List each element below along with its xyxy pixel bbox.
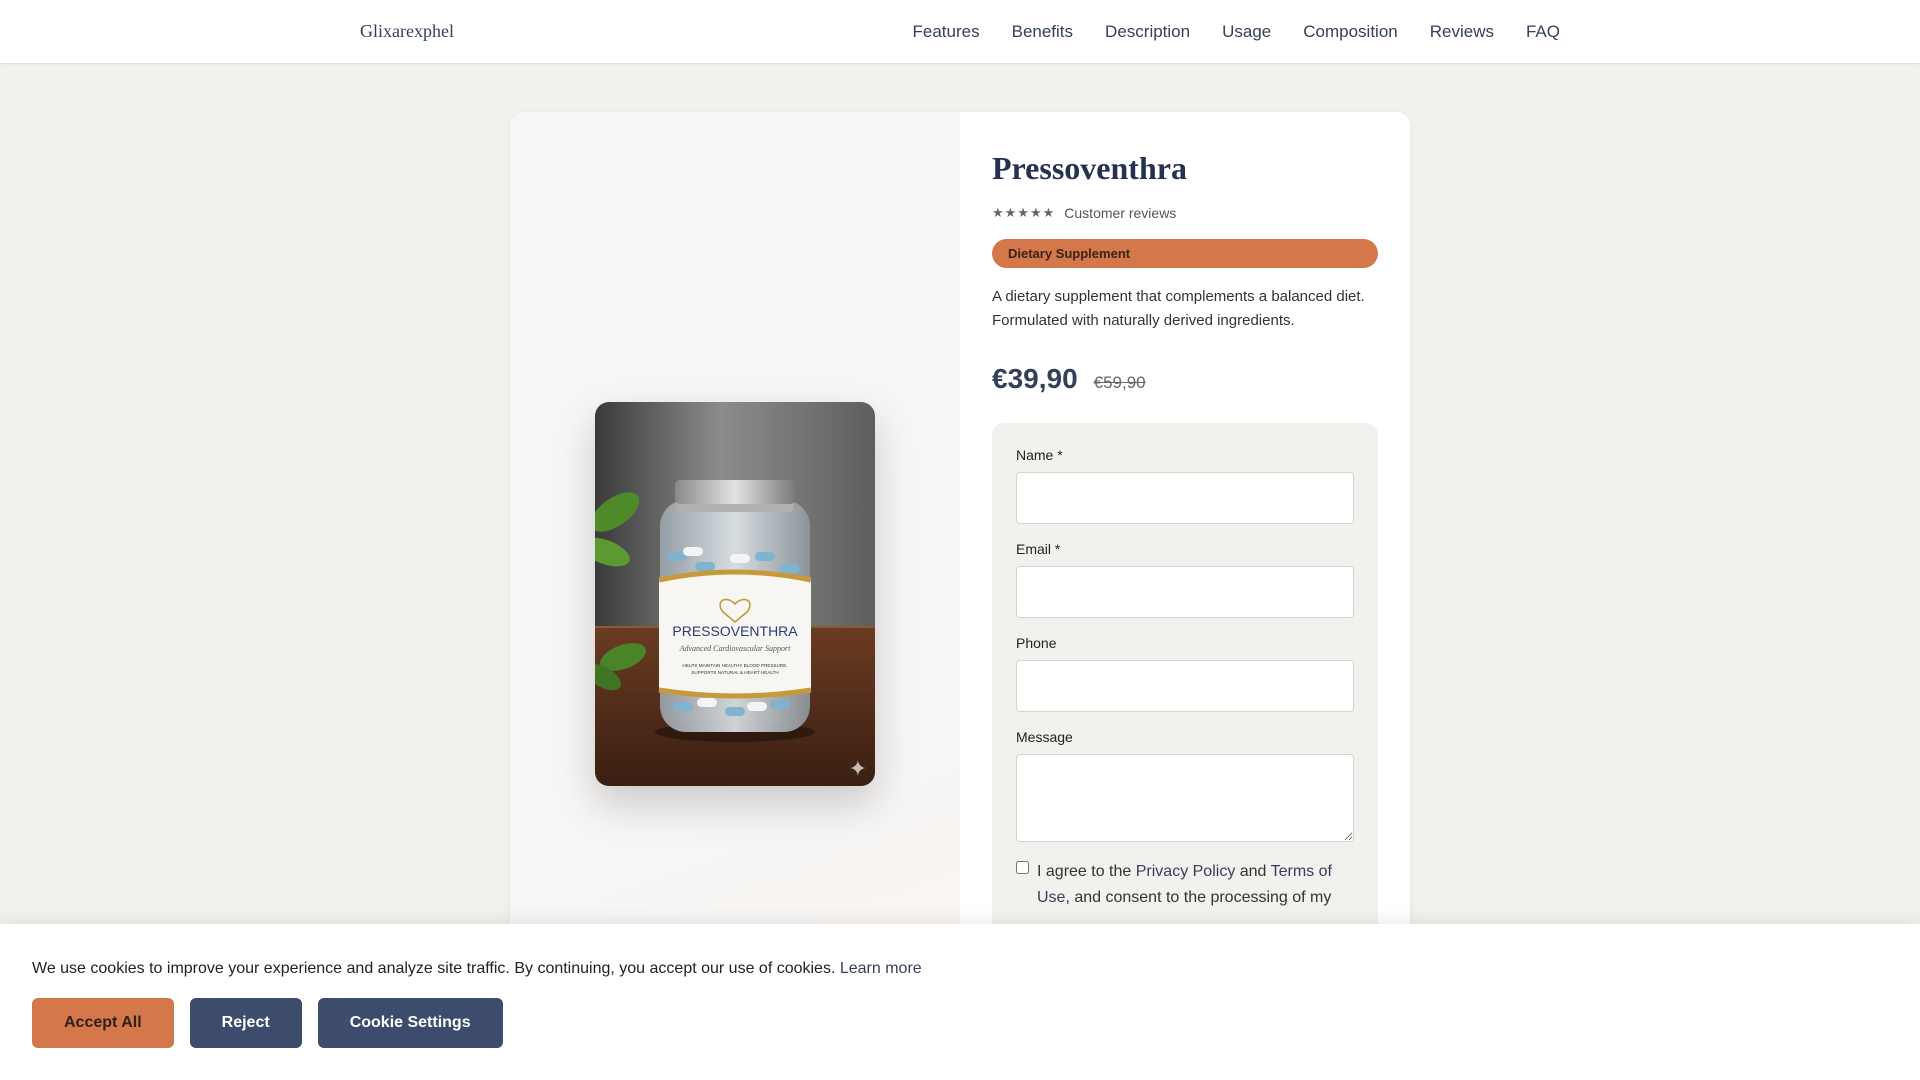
nav-reviews[interactable]: Reviews bbox=[1430, 21, 1494, 43]
price-row: €39,90 €59,90 bbox=[992, 363, 1378, 395]
product-info: Pressoventhra ★★★★★ Customer reviews Die… bbox=[992, 150, 1378, 963]
nav-description[interactable]: Description bbox=[1105, 21, 1190, 43]
nav-faq[interactable]: FAQ bbox=[1526, 21, 1560, 43]
name-field[interactable] bbox=[1016, 471, 1354, 524]
reject-button[interactable]: Reject bbox=[189, 998, 302, 1048]
svg-text:Advanced Cardiovascular Suppor: Advanced Cardiovascular Support bbox=[679, 644, 792, 653]
cookie-message: We use cookies to improve your experienc… bbox=[32, 960, 922, 978]
nav-features[interactable]: Features bbox=[913, 21, 980, 43]
old-price: €59,90 bbox=[1093, 372, 1146, 392]
consent-prefix: I agree to the bbox=[1037, 862, 1136, 880]
consent-suffix: , and consent to the processing of my bbox=[1065, 888, 1332, 906]
cookie-banner: We use cookies to improve your experienc… bbox=[0, 924, 1920, 1080]
consent-text: I agree to the Privacy Policy and Terms … bbox=[1037, 859, 1354, 911]
product-title: Pressoventhra bbox=[992, 150, 1187, 186]
svg-text:SUPPORTS NATURAL & HEART HEALT: SUPPORTS NATURAL & HEART HEALTH bbox=[691, 670, 778, 675]
brand-logo[interactable]: Glixarexphel bbox=[360, 21, 454, 42]
email-field[interactable] bbox=[1016, 565, 1354, 618]
cookie-actions: Accept All Reject Cookie Settings bbox=[32, 998, 519, 1048]
consent-and: and bbox=[1235, 862, 1271, 880]
rating-row: ★★★★★ Customer reviews bbox=[992, 205, 1378, 221]
product-description: A dietary supplement that complements a … bbox=[992, 287, 1365, 329]
product-image: PRESSOVENTHRA Advanced Cardiovascular Su… bbox=[595, 402, 875, 786]
star-rating-icon: ★★★★★ bbox=[992, 204, 1056, 220]
order-form: Name * Email * Phone Message I agree to … bbox=[992, 422, 1378, 963]
supplement-jar-illustration: PRESSOVENTHRA Advanced Cardiovascular Su… bbox=[595, 402, 875, 786]
message-field[interactable] bbox=[1016, 753, 1354, 842]
sparkle-icon: ✦ bbox=[848, 756, 867, 781]
phone-label: Phone bbox=[1016, 634, 1057, 651]
nav-usage[interactable]: Usage bbox=[1222, 21, 1271, 43]
rating-label[interactable]: Customer reviews bbox=[1064, 205, 1176, 221]
accept-all-button[interactable]: Accept All bbox=[32, 998, 174, 1048]
privacy-policy-link[interactable]: Privacy Policy bbox=[1136, 863, 1236, 880]
learn-more-link[interactable]: Learn more bbox=[840, 960, 922, 977]
message-label: Message bbox=[1016, 728, 1073, 745]
current-price: €39,90 bbox=[992, 362, 1078, 394]
svg-text:PRESSOVENTHRA: PRESSOVENTHRA bbox=[672, 623, 798, 639]
site-header: Glixarexphel Features Benefits Descripti… bbox=[0, 0, 1920, 64]
category-badge: Dietary Supplement bbox=[992, 238, 1378, 268]
main-nav: Features Benefits Description Usage Comp… bbox=[881, 21, 1560, 43]
consent-checkbox[interactable] bbox=[1016, 860, 1029, 874]
email-label: Email * bbox=[1016, 540, 1061, 557]
phone-field[interactable] bbox=[1016, 659, 1354, 712]
name-label: Name * bbox=[1016, 446, 1063, 463]
nav-composition[interactable]: Composition bbox=[1303, 21, 1398, 43]
svg-text:HELPS MAINTAIN HEALTHY BLOOD P: HELPS MAINTAIN HEALTHY BLOOD PRESSURE, bbox=[682, 663, 787, 668]
cookie-text: We use cookies to improve your experienc… bbox=[32, 960, 836, 977]
nav-benefits[interactable]: Benefits bbox=[1012, 21, 1073, 43]
consent-row: I agree to the Privacy Policy and Terms … bbox=[1016, 859, 1354, 911]
cookie-settings-button[interactable]: Cookie Settings bbox=[317, 998, 503, 1048]
